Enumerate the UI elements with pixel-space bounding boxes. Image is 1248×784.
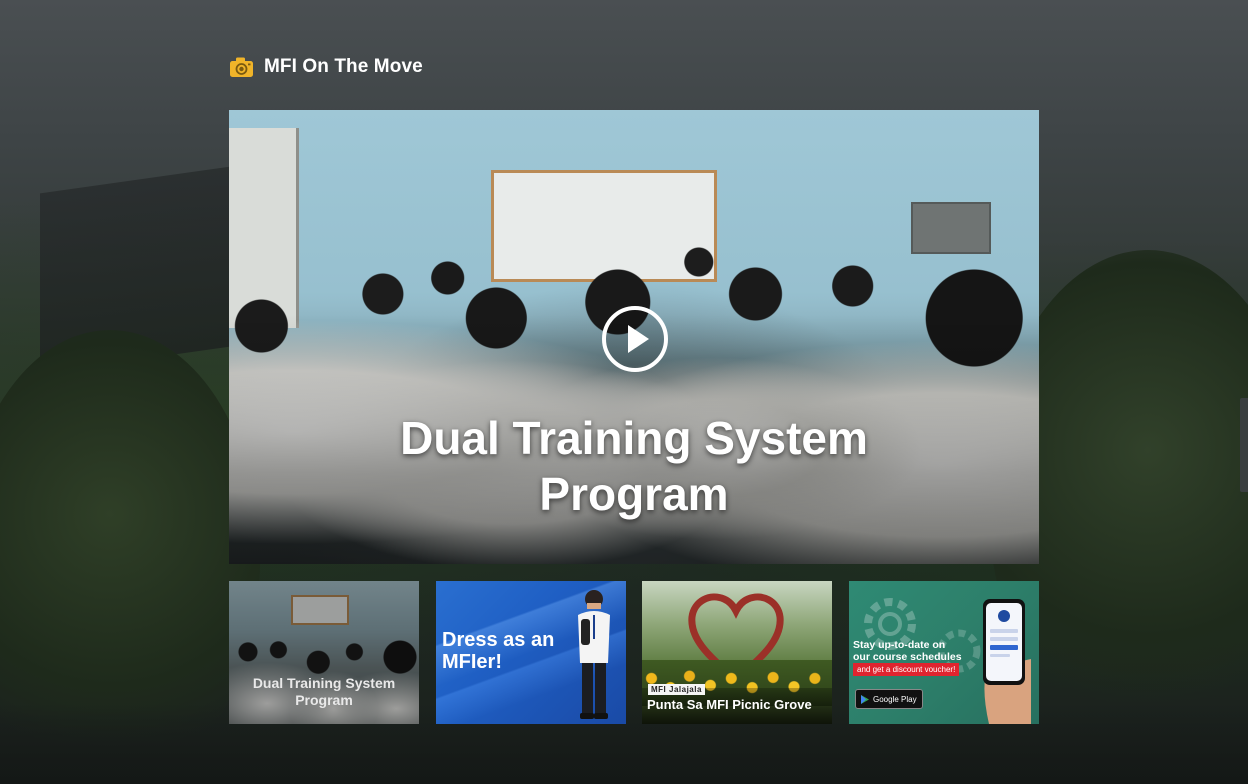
featured-title-line1: Dual Training System	[400, 412, 868, 464]
thumbnail-app-promo[interactable]: Stay up-to-date on our course schedules …	[849, 581, 1039, 724]
side-tab[interactable]	[1240, 398, 1248, 492]
promo-text: Stay up-to-date on our course schedules	[853, 639, 962, 663]
featured-title: Dual Training System Program	[229, 410, 1039, 522]
phone-in-hand	[983, 599, 1031, 724]
featured-video[interactable]: Dual Training System Program	[229, 110, 1039, 564]
google-play-icon	[861, 694, 869, 704]
thumbnail-title: Dress as an MFIer!	[442, 629, 554, 673]
play-icon[interactable]	[602, 306, 668, 372]
promo-line1: Stay up-to-date on	[853, 639, 946, 651]
section-header: MFI On The Move	[229, 54, 423, 80]
thumbnail-title-line1: Dress as an	[442, 629, 555, 651]
student-figure	[578, 590, 610, 719]
location-tag: MFI Jalajala	[648, 684, 705, 695]
section-title: MFI On The Move	[264, 56, 423, 77]
thumbnail-picnic-grove[interactable]: MFI Jalajala Punta Sa MFI Picnic Grove	[642, 581, 832, 724]
thumbnail-title-line2: MFIer!	[442, 651, 502, 673]
voucher-badge: and get a discount voucher!	[853, 663, 960, 676]
thumbnail-title-line1: Dual Training System	[252, 675, 396, 691]
thumbnail-title: Punta Sa MFI Picnic Grove	[647, 697, 812, 712]
promo-line2: our course schedules	[853, 651, 962, 663]
thumbnail-strip: Dual Training System Program Dress as an…	[229, 581, 1039, 724]
google-play-badge: Google Play	[855, 689, 923, 709]
thumbnail-dual-training[interactable]: Dual Training System Program	[229, 581, 419, 724]
camera-icon	[229, 56, 254, 78]
thumbnail-title: Dual Training System Program	[229, 675, 419, 709]
featured-title-line2: Program	[539, 468, 729, 520]
google-play-label: Google Play	[873, 694, 917, 704]
thumbnail-title-line2: Program	[295, 692, 353, 708]
thumbnail-dress-as-mfier[interactable]: Dress as an MFIer!	[436, 581, 626, 724]
